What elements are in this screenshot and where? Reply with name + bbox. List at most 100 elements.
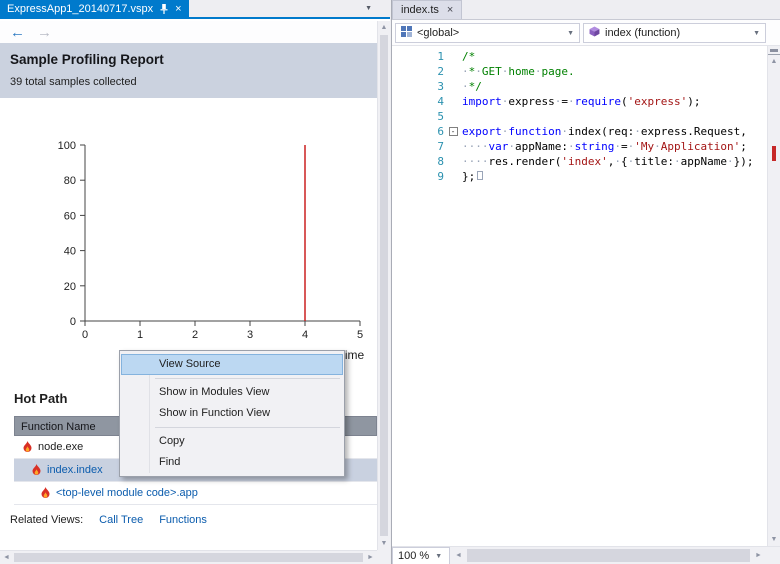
- scope-label: <global>: [417, 27, 460, 39]
- x-tick-label: 5: [357, 329, 363, 341]
- menu-item-show-in-modules-view[interactable]: Show in Modules View: [121, 382, 343, 403]
- fold-margin: [444, 94, 462, 109]
- code-text: ····res.render('index',·{·title:·appName…: [462, 155, 754, 168]
- line-number: 3: [437, 80, 444, 93]
- fold-collapse-icon[interactable]: -: [448, 127, 458, 136]
- code-editor[interactable]: 1 /* 2 ·*·GET·home·page. 3 ·*/ 4 import·express…: [392, 46, 767, 546]
- left-tab-bar: ExpressApp1_20140717.vspx × ▼: [0, 0, 390, 19]
- code-text: ····var·appName:·string·=·'My·Applicatio…: [462, 140, 747, 153]
- code-line: 2 ·*·GET·home·page.: [392, 64, 767, 79]
- menu-separator: [155, 427, 340, 428]
- scrollbar-corner: [377, 550, 390, 564]
- line-number: 1: [437, 50, 444, 63]
- fold-margin: [444, 169, 462, 184]
- tab-title: ExpressApp1_20140717.vspx: [7, 2, 154, 15]
- report-title: Sample Profiling Report: [10, 52, 164, 67]
- tab-list-chevron-icon[interactable]: ▼: [365, 5, 372, 12]
- y-tick-label: 80: [64, 175, 76, 187]
- function-name[interactable]: index.index: [47, 464, 103, 476]
- code-text: import·express·=·require('express');: [462, 95, 701, 108]
- code-text: ·*/: [462, 80, 482, 93]
- code-text: };: [462, 169, 767, 184]
- scrollbar-thumb[interactable]: [467, 549, 750, 562]
- code-text: ·*·GET·home·page.: [462, 65, 575, 78]
- code-line: 7 ····var·appName:·string·=·'My·Applicati…: [392, 139, 767, 154]
- scroll-right-icon[interactable]: ►: [752, 547, 765, 564]
- tab-title: index.ts: [401, 4, 439, 16]
- tab-index-ts[interactable]: index.ts ×: [392, 0, 463, 19]
- scroll-up-icon[interactable]: ▲: [378, 21, 390, 34]
- scrollbar-corner: [767, 547, 780, 564]
- member-dropdown[interactable]: index (function) ▼: [583, 23, 766, 43]
- fold-margin: [444, 64, 462, 79]
- x-tick-label: 4: [302, 329, 308, 341]
- code-line: 9};: [392, 169, 767, 184]
- call-tree-link[interactable]: Call Tree: [99, 514, 143, 526]
- left-vertical-scrollbar[interactable]: ▲ ▼: [377, 21, 390, 550]
- menu-item-view-source[interactable]: View Source: [121, 354, 343, 375]
- chevron-down-icon: ▼: [753, 29, 760, 37]
- method-icon: [589, 26, 600, 40]
- line-number: 2: [437, 65, 444, 78]
- editor-vertical-scrollbar[interactable]: ▲ ▼: [767, 46, 780, 546]
- fold-margin: [444, 154, 462, 169]
- error-annotation: [772, 146, 776, 161]
- code-text: /*: [462, 50, 476, 63]
- code-line: 1 /*: [392, 49, 767, 64]
- scrollbar-thumb[interactable]: [14, 553, 363, 562]
- scroll-left-icon[interactable]: ◄: [0, 551, 13, 564]
- scroll-up-icon[interactable]: ▲: [768, 55, 780, 68]
- fold-margin: [444, 139, 462, 154]
- scroll-right-icon[interactable]: ►: [364, 551, 377, 564]
- code-line: 3 ·*/: [392, 79, 767, 94]
- x-tick-label: 0: [82, 329, 88, 341]
- navigation-bar: <global> ▼ index (function) ▼: [392, 20, 780, 46]
- y-tick-label: 60: [64, 210, 76, 222]
- y-tick-label: 20: [64, 281, 76, 293]
- end-of-file-mark: [477, 171, 484, 180]
- functions-link[interactable]: Functions: [159, 514, 207, 526]
- back-icon[interactable]: ←: [10, 24, 25, 41]
- menu-separator: [155, 378, 340, 379]
- line-number: 6: [437, 125, 444, 138]
- zoom-control[interactable]: 100 % ▼: [392, 547, 450, 564]
- code-line: 6- export·function·index(req:·express.Req…: [392, 124, 767, 139]
- splitter-handle[interactable]: [768, 46, 780, 55]
- tab-expressapp-vspx[interactable]: ExpressApp1_20140717.vspx ×: [0, 0, 189, 17]
- scroll-down-icon[interactable]: ▼: [768, 533, 780, 546]
- related-views: Related Views: Call Tree Functions: [10, 514, 207, 526]
- report-subtitle: 39 total samples collected: [10, 76, 137, 88]
- report-toolbar: ← →: [0, 21, 377, 43]
- scope-dropdown[interactable]: <global> ▼: [395, 23, 580, 43]
- line-number: 9: [437, 170, 444, 183]
- namespace-icon: [401, 26, 412, 40]
- scroll-down-icon[interactable]: ▼: [378, 537, 390, 550]
- pin-icon[interactable]: [159, 3, 169, 15]
- fold-margin: [444, 109, 462, 124]
- line-number: 7: [437, 140, 444, 153]
- editor-statusbar: 100 % ▼ ◄ ►: [392, 546, 780, 564]
- samples-chart: 0204060801000 1 2 3 4 5Time: [58, 140, 365, 362]
- fold-margin: -: [444, 124, 462, 139]
- chevron-down-icon: ▼: [567, 29, 574, 37]
- close-icon[interactable]: ×: [175, 3, 181, 15]
- menu-item-find[interactable]: Find: [121, 452, 343, 473]
- left-horizontal-scrollbar[interactable]: ◄ ►: [0, 550, 377, 564]
- report-header: Sample Profiling Report 39 total samples…: [0, 43, 377, 98]
- scrollbar-thumb[interactable]: [380, 35, 388, 536]
- menu-item-copy[interactable]: Copy: [121, 431, 343, 452]
- profiler-pane: ExpressApp1_20140717.vspx × ▼ ← → Sample…: [0, 0, 390, 564]
- related-views-label: Related Views:: [10, 514, 84, 526]
- function-name[interactable]: <top-level module code>.app: [56, 487, 198, 499]
- scroll-left-icon[interactable]: ◄: [452, 547, 465, 564]
- table-row[interactable]: <top-level module code>.app: [14, 482, 377, 505]
- code-line: 8 ····res.render('index',·{·title:·appNam…: [392, 154, 767, 169]
- y-tick-label: 40: [64, 246, 76, 258]
- menu-item-show-in-function-view[interactable]: Show in Function View: [121, 403, 343, 424]
- flame-icon: [40, 486, 51, 500]
- fold-margin: [444, 79, 462, 94]
- close-icon[interactable]: ×: [447, 4, 453, 16]
- context-menu: View Source Show in Modules View Show in F…: [119, 350, 345, 477]
- code-line: 5: [392, 109, 767, 124]
